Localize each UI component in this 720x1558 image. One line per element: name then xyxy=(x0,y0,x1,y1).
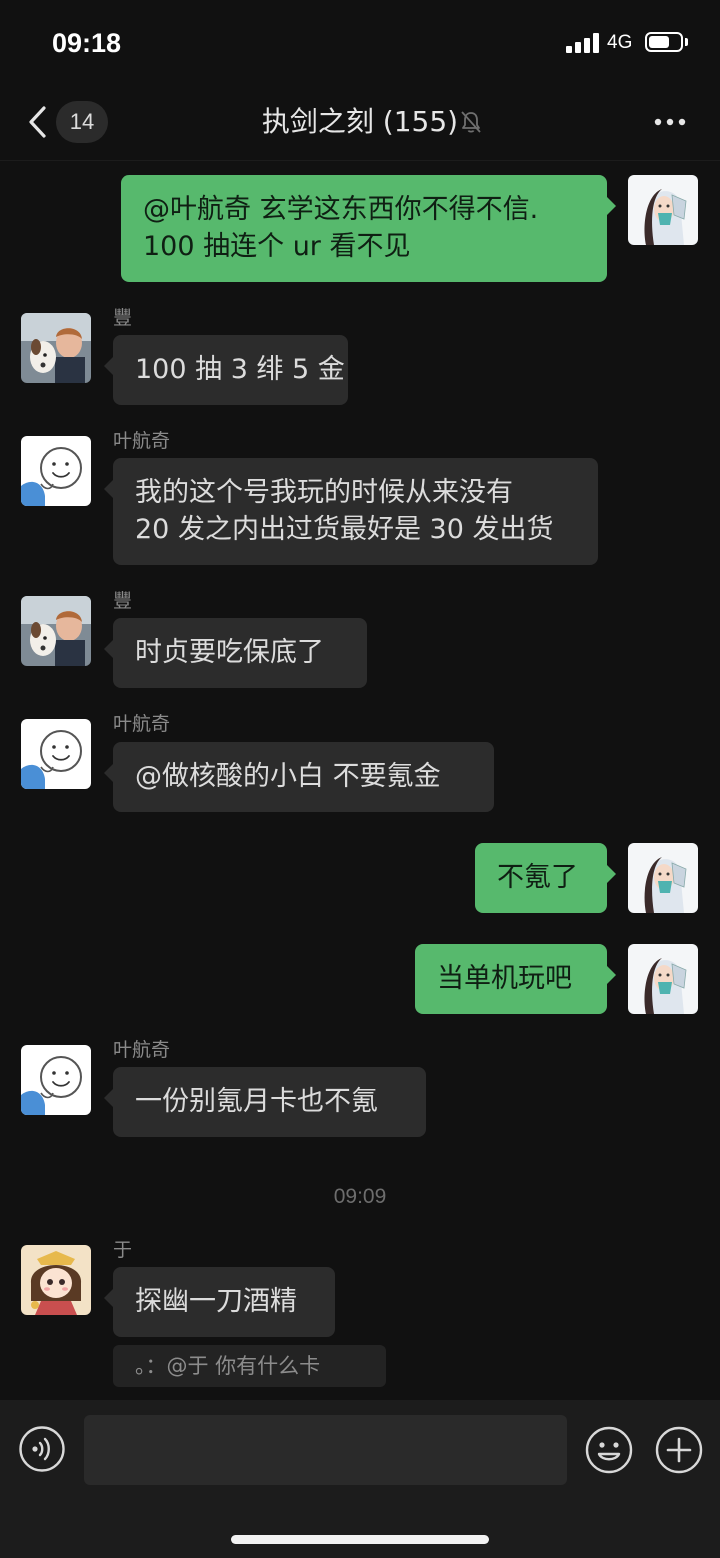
message-bubble-incoming[interactable]: 100 抽 3 绯 5 金 xyxy=(104,335,348,405)
avatar-girl-mask[interactable] xyxy=(628,944,698,1014)
quoted-reply[interactable]: 。：@于 你有什么卡 xyxy=(113,1345,386,1387)
time-divider: 09:09 xyxy=(333,1185,387,1208)
mute-bell-icon xyxy=(458,109,484,135)
message-bubble-outgoing[interactable]: 当单机玩吧 xyxy=(415,944,616,1014)
message-input[interactable] xyxy=(84,1415,567,1485)
back-chevron-icon[interactable] xyxy=(24,104,54,140)
avatar-smiley[interactable] xyxy=(21,436,91,506)
message-bubble-outgoing[interactable]: 不氪了 xyxy=(475,843,616,913)
chat-title[interactable]: 执剑之刻 (155) xyxy=(160,102,560,142)
message-bubble-incoming[interactable]: 探幽一刀酒精 xyxy=(104,1267,335,1337)
avatar-girl-mask[interactable] xyxy=(628,843,698,913)
message-text-line: 100 抽连个 ur 看不见 xyxy=(143,231,411,262)
avatar-cartoon-girl[interactable] xyxy=(21,1245,91,1315)
sender-name: 叶航奇 xyxy=(113,713,171,735)
sender-name: 豐 xyxy=(113,307,133,329)
voice-icon[interactable] xyxy=(18,1425,66,1473)
avatar-girl-mask[interactable] xyxy=(628,175,698,245)
message-bubble-incoming[interactable]: @做核酸的小白 不要氪金 xyxy=(104,742,494,812)
battery-cap xyxy=(685,38,688,46)
message-text-line: 100 抽 3 绯 5 金 xyxy=(135,354,345,385)
message-text-line: 我的这个号我玩的时候从来没有 xyxy=(135,477,513,508)
signal-icon xyxy=(566,33,602,53)
message-text-line: 20 发之内出过货最好是 30 发出货 xyxy=(135,514,554,545)
avatar-boy-dog[interactable] xyxy=(21,596,91,666)
sender-name: 于 xyxy=(113,1239,133,1261)
message-text-line: @叶航奇 玄学这东西你不得不信. xyxy=(143,194,539,225)
message-bubble-incoming[interactable]: 时贞要吃保底了 xyxy=(104,618,367,688)
home-indicator[interactable] xyxy=(231,1535,489,1544)
network-type: 4G xyxy=(607,32,633,53)
avatar-smiley[interactable] xyxy=(21,1045,91,1115)
sender-name: 豐 xyxy=(113,590,133,612)
more-horizontal-icon[interactable] xyxy=(650,112,690,132)
emoji-icon[interactable] xyxy=(584,1425,634,1475)
message-text-line: 探幽一刀酒精 xyxy=(135,1286,297,1317)
message-bubble-incoming[interactable]: 一份别氪月卡也不氪 xyxy=(104,1067,426,1137)
message-bubble-incoming[interactable]: 我的这个号我玩的时候从来没有 20 发之内出过货最好是 30 发出货 xyxy=(104,458,598,565)
avatar-boy-dog[interactable] xyxy=(21,313,91,383)
message-text-line: @做核酸的小白 不要氪金 xyxy=(135,761,441,792)
message-text-line: 时贞要吃保底了 xyxy=(135,637,324,668)
unread-count-badge[interactable]: 14 xyxy=(56,101,108,143)
battery-icon xyxy=(645,32,683,52)
message-text-line: 当单机玩吧 xyxy=(437,963,572,994)
message-text-line: 一份别氪月卡也不氪 xyxy=(135,1086,378,1117)
sender-name: 叶航奇 xyxy=(113,1039,171,1061)
nav-divider xyxy=(0,160,720,161)
plus-icon[interactable] xyxy=(654,1425,704,1475)
message-bubble-outgoing[interactable]: @叶航奇 玄学这东西你不得不信. 100 抽连个 ur 看不见 xyxy=(121,175,616,282)
message-text-line: 不氪了 xyxy=(497,862,578,893)
status-time: 09:18 xyxy=(52,28,122,58)
avatar-smiley[interactable] xyxy=(21,719,91,789)
sender-name: 叶航奇 xyxy=(113,430,171,452)
